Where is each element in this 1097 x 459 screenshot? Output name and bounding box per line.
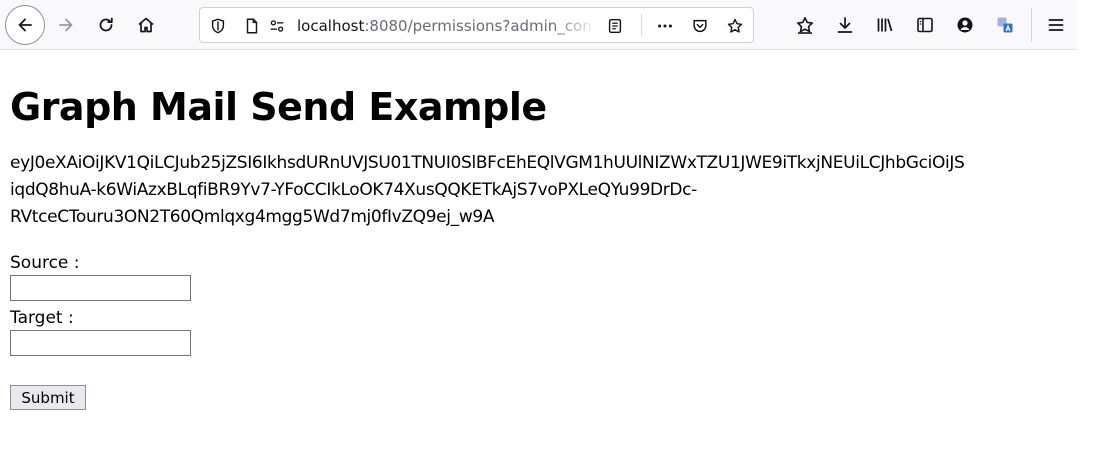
page-content: Graph Mail Send Example eyJ0eXAiOiJKV1Qi… bbox=[10, 60, 1097, 410]
back-arrow-icon bbox=[18, 18, 32, 32]
target-input[interactable] bbox=[10, 330, 191, 356]
mail-form: Source : Target : Submit bbox=[10, 251, 1097, 410]
translate-icon bbox=[997, 17, 1013, 33]
source-input[interactable] bbox=[10, 275, 191, 301]
urlbar-separator bbox=[641, 14, 642, 36]
reload-button[interactable] bbox=[87, 6, 125, 44]
url-host: localhost bbox=[297, 17, 365, 35]
permissions-icon[interactable] bbox=[267, 16, 287, 36]
url-text[interactable]: localhost:8080/permissions?admin_con bbox=[297, 16, 597, 36]
source-label: Source : bbox=[10, 253, 80, 273]
translate-button[interactable] bbox=[986, 6, 1024, 44]
library-button[interactable] bbox=[866, 6, 904, 44]
toolbar-divider bbox=[1031, 8, 1032, 42]
home-icon bbox=[138, 17, 154, 33]
target-label: Target : bbox=[10, 308, 74, 328]
bookmark-star-icon[interactable] bbox=[725, 16, 745, 36]
more-actions-icon[interactable] bbox=[655, 16, 675, 36]
account-button[interactable] bbox=[946, 6, 984, 44]
url-bar[interactable]: localhost:8080/permissions?admin_con bbox=[199, 7, 754, 43]
tracking-protection-icon[interactable] bbox=[208, 16, 228, 36]
submit-button[interactable]: Submit bbox=[10, 385, 86, 410]
sidebar-button[interactable] bbox=[906, 6, 944, 44]
page-title: Graph Mail Send Example bbox=[10, 85, 547, 129]
download-icon bbox=[837, 17, 853, 33]
reload-icon bbox=[99, 17, 113, 32]
reader-view-icon[interactable] bbox=[605, 16, 625, 36]
browser-toolbar: localhost:8080/permissions?admin_con bbox=[0, 0, 1077, 50]
account-icon bbox=[957, 17, 973, 33]
home-button[interactable] bbox=[127, 6, 165, 44]
hamburger-menu-icon bbox=[1048, 19, 1064, 31]
page-info-icon[interactable] bbox=[242, 16, 262, 36]
url-path: :8080/permissions?admin_con bbox=[364, 17, 592, 35]
forward-button[interactable] bbox=[47, 6, 85, 44]
forward-arrow-icon bbox=[59, 18, 73, 32]
reading-list-icon bbox=[797, 17, 813, 34]
reading-list-button[interactable] bbox=[786, 6, 824, 44]
library-icon bbox=[877, 18, 893, 32]
sidebar-icon bbox=[917, 17, 933, 33]
back-button[interactable] bbox=[5, 5, 45, 45]
downloads-button[interactable] bbox=[826, 6, 864, 44]
menu-button[interactable] bbox=[1037, 6, 1075, 44]
pocket-icon[interactable] bbox=[690, 16, 710, 36]
access-token-text: eyJ0eXAiOiJKV1QiLCJub25jZSI6IkhsdURnUVJS… bbox=[10, 153, 965, 227]
